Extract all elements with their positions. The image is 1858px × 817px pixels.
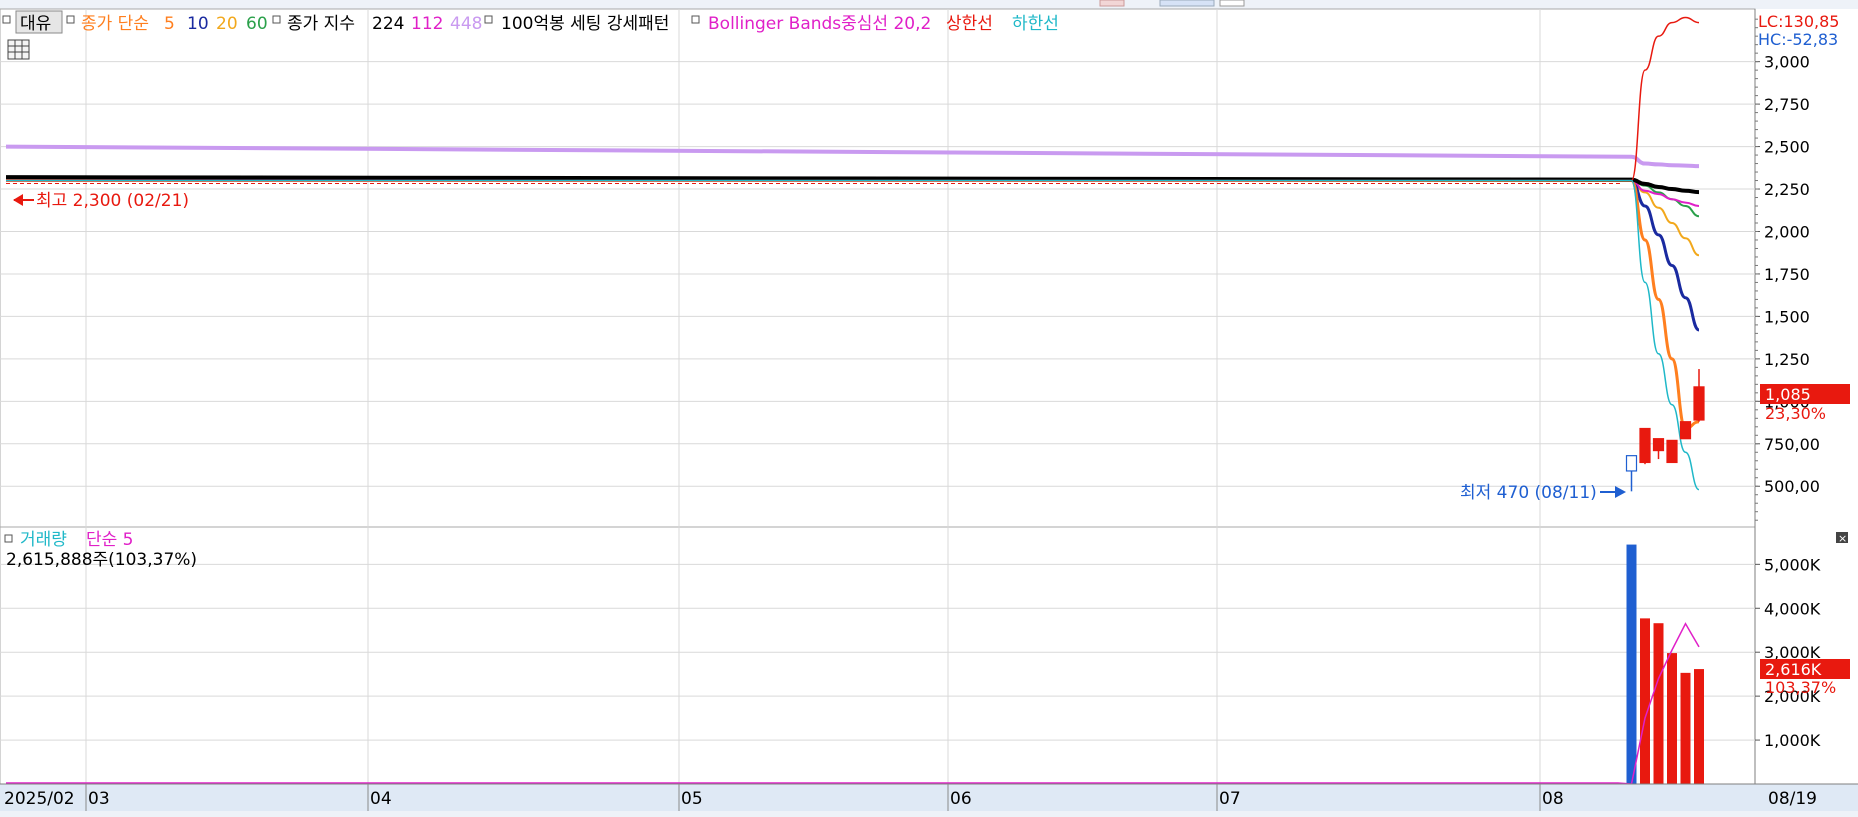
date-tick-label: 06 bbox=[950, 789, 972, 809]
tab-button[interactable] bbox=[1099, 0, 1125, 7]
low-marker-label: 최저 470 (08/11) bbox=[1460, 483, 1597, 503]
date-tick-label: 08/19 bbox=[1768, 789, 1817, 809]
hc-label: HC:-52,83 bbox=[1758, 30, 1838, 49]
volume-panel[interactable] bbox=[0, 526, 1756, 785]
volume-toggle-icon[interactable] bbox=[4, 534, 13, 543]
volume-current-value: 2,615,888주(103,37%) bbox=[6, 550, 197, 570]
volume-bar bbox=[1694, 669, 1704, 784]
date-tick-label: 2025/02 bbox=[4, 789, 75, 809]
ma-legend-label: 종가 단순 bbox=[81, 14, 149, 34]
price-tick-label: 1,750 bbox=[1764, 265, 1810, 284]
idx448-legend: 448 bbox=[450, 14, 482, 34]
candle-body bbox=[1639, 427, 1651, 464]
tab-button[interactable] bbox=[1219, 0, 1245, 7]
volume-ma-legend: 단순 5 bbox=[86, 530, 134, 550]
price-tag-value: 1,085 bbox=[1765, 385, 1811, 404]
price-tick-label: 3,000 bbox=[1764, 53, 1810, 72]
bb-lower-legend: 하한선 bbox=[1012, 14, 1059, 34]
date-tick-label: 04 bbox=[370, 789, 392, 809]
date-axis[interactable] bbox=[0, 784, 1858, 811]
idx112-legend: 112 bbox=[411, 14, 443, 34]
volume-bar bbox=[1640, 618, 1650, 784]
pattern-legend: 100억봉 세팅 강세패턴 bbox=[501, 14, 669, 34]
idx224-legend: 224 bbox=[372, 14, 404, 34]
top-tab-strip bbox=[0, 0, 1858, 9]
date-tick-label: 05 bbox=[681, 789, 703, 809]
volume-bar bbox=[1680, 672, 1691, 784]
candle-body bbox=[1625, 455, 1638, 472]
bb-legend: Bollinger Bands중심선 20,2 bbox=[708, 14, 931, 34]
price-tick-label: 2,000 bbox=[1764, 222, 1810, 241]
chart-window: 500,00750,001,0001,2501,5001,7502,0002,2… bbox=[0, 0, 1858, 817]
ma10-legend: 10 bbox=[187, 14, 209, 34]
price-tick-label: 1,500 bbox=[1764, 307, 1810, 326]
candle-body bbox=[1693, 386, 1705, 421]
volume-bar bbox=[1653, 623, 1664, 784]
volume-tick-label: 5,000K bbox=[1764, 555, 1821, 574]
price-tick-label: 2,750 bbox=[1764, 95, 1810, 114]
volume-legend-label: 거래량 bbox=[20, 530, 67, 550]
volume-tick-label: 4,000K bbox=[1764, 599, 1821, 618]
volume-bar bbox=[1667, 653, 1677, 784]
high-marker: 최고 2,300 (02/21) bbox=[13, 191, 189, 211]
tab-button[interactable] bbox=[1159, 0, 1215, 7]
volume-tag-value: 2,616K bbox=[1765, 660, 1822, 679]
index-toggle-icon[interactable] bbox=[272, 15, 281, 24]
volume-tick-label: 1,000K bbox=[1764, 731, 1821, 750]
price-tick-label: 2,500 bbox=[1764, 138, 1810, 157]
candle-body bbox=[1652, 438, 1665, 452]
ma60-legend: 60 bbox=[246, 14, 268, 34]
legend-toggle-icon[interactable] bbox=[2, 15, 11, 24]
price-tag-change: 23,30% bbox=[1765, 404, 1826, 423]
volume-tag-change: 103,37% bbox=[1765, 678, 1836, 697]
stock-chart-svg: 500,00750,001,0001,2501,5001,7502,0002,2… bbox=[0, 0, 1858, 817]
ma5-legend: 5 bbox=[164, 14, 175, 34]
high-marker-label: 최고 2,300 (02/21) bbox=[36, 191, 189, 211]
price-tick-label: 500,00 bbox=[1764, 477, 1820, 496]
candle-body bbox=[1679, 421, 1692, 440]
candle-body bbox=[1666, 439, 1678, 464]
symbol-menu-label[interactable]: 대유 bbox=[20, 14, 51, 34]
price-panel[interactable] bbox=[0, 8, 1756, 528]
date-tick-label: 07 bbox=[1219, 789, 1241, 809]
bb-upper-legend: 상한선 bbox=[946, 14, 993, 34]
volume-bar bbox=[1626, 544, 1637, 784]
date-tick-label: 03 bbox=[88, 789, 110, 809]
price-tick-label: 2,250 bbox=[1764, 180, 1810, 199]
price-tick-label: 750,00 bbox=[1764, 435, 1820, 454]
price-tick-label: 1,250 bbox=[1764, 350, 1810, 369]
close-icon[interactable]: × bbox=[1838, 532, 1847, 545]
ma20-legend: 20 bbox=[216, 14, 238, 34]
date-tick-label: 08 bbox=[1542, 789, 1564, 809]
ma-toggle-icon[interactable] bbox=[66, 15, 75, 24]
pattern-toggle-icon[interactable] bbox=[484, 15, 493, 24]
lc-label: LC:130,85 bbox=[1758, 12, 1839, 31]
bb-toggle-icon[interactable] bbox=[691, 15, 700, 24]
table-view-icon[interactable] bbox=[7, 39, 30, 60]
index-legend-label: 종가 지수 bbox=[287, 14, 355, 34]
